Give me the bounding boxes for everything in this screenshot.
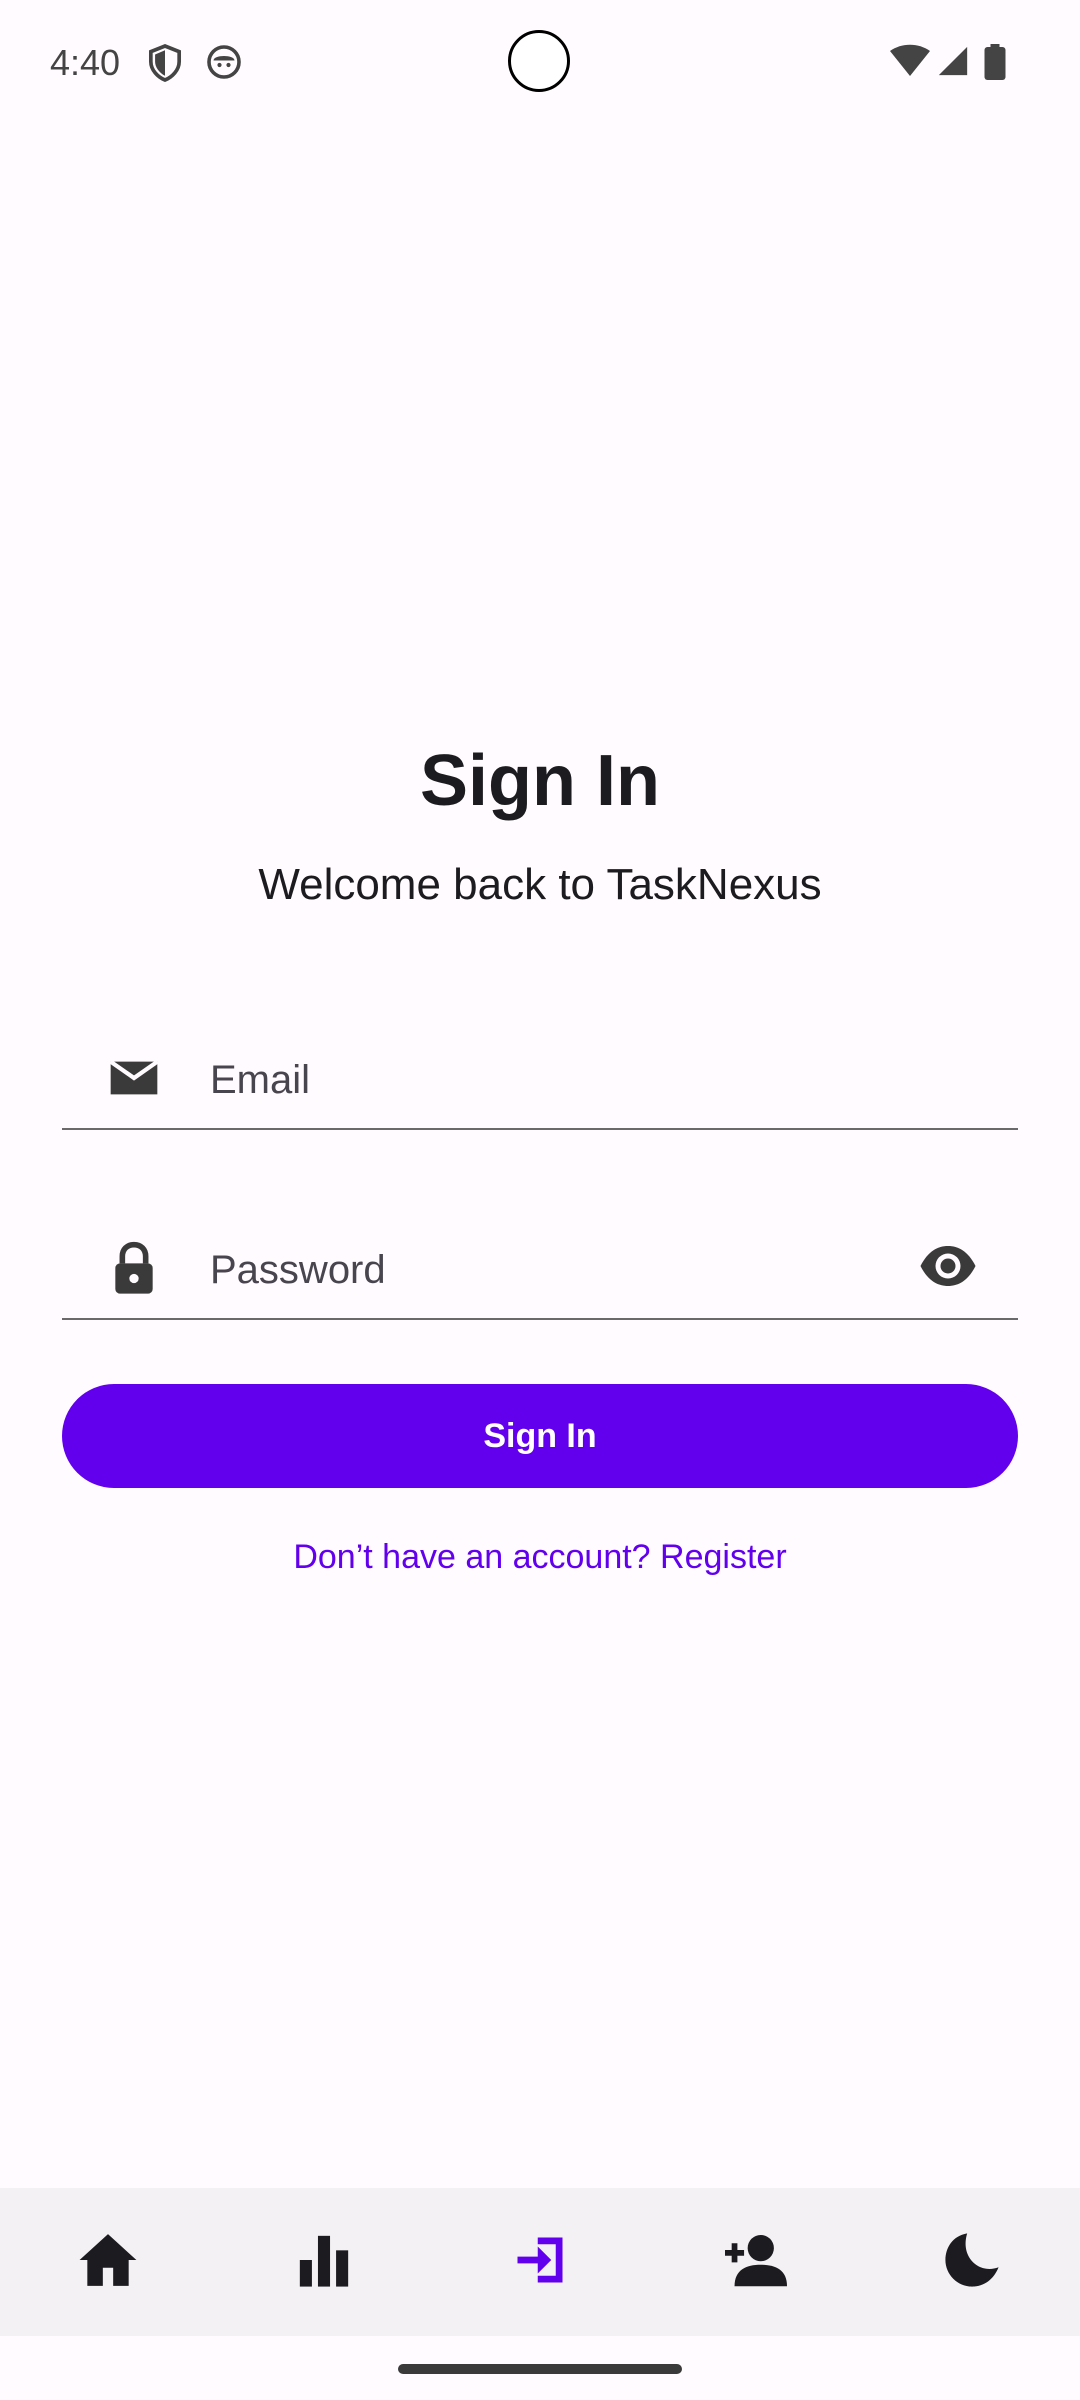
add-person-icon (725, 2231, 787, 2294)
visibility-toggle-icon[interactable] (918, 1242, 978, 1290)
nav-login[interactable] (432, 2188, 648, 2336)
dark-mode-icon (943, 2231, 1001, 2294)
password-field[interactable]: Password (62, 1190, 1018, 1320)
battery-icon (984, 44, 1006, 85)
gesture-bar[interactable] (398, 2364, 682, 2374)
status-time: 4:40 (50, 42, 121, 83)
front-camera (508, 30, 570, 92)
nav-home[interactable] (0, 2188, 216, 2336)
nav-dark-mode[interactable] (864, 2188, 1080, 2336)
nav-profile[interactable] (648, 2188, 864, 2336)
cell-signal-icon (936, 44, 970, 83)
password-input[interactable]: Password (210, 1248, 386, 1293)
bottom-navigation (0, 2188, 1080, 2336)
register-link[interactable]: Don’t have an account? Register (0, 1538, 1080, 1577)
page-subtitle: Welcome back to TaskNexus (258, 860, 822, 909)
email-icon (106, 1050, 162, 1106)
stats-icon (295, 2231, 353, 2294)
android-face-icon (206, 44, 242, 85)
status-bar: 4:40 (0, 0, 1080, 130)
nav-stats[interactable] (216, 2188, 432, 2336)
home-icon (77, 2229, 139, 2296)
email-field[interactable]: Email (62, 1000, 1018, 1130)
login-icon (513, 2233, 567, 2292)
sign-in-button[interactable]: Sign In (62, 1384, 1018, 1488)
lock-icon (106, 1240, 162, 1296)
page-title: Sign In (420, 741, 660, 821)
wifi-icon (890, 44, 930, 83)
shield-icon (148, 44, 182, 87)
email-input[interactable]: Email (210, 1058, 310, 1103)
